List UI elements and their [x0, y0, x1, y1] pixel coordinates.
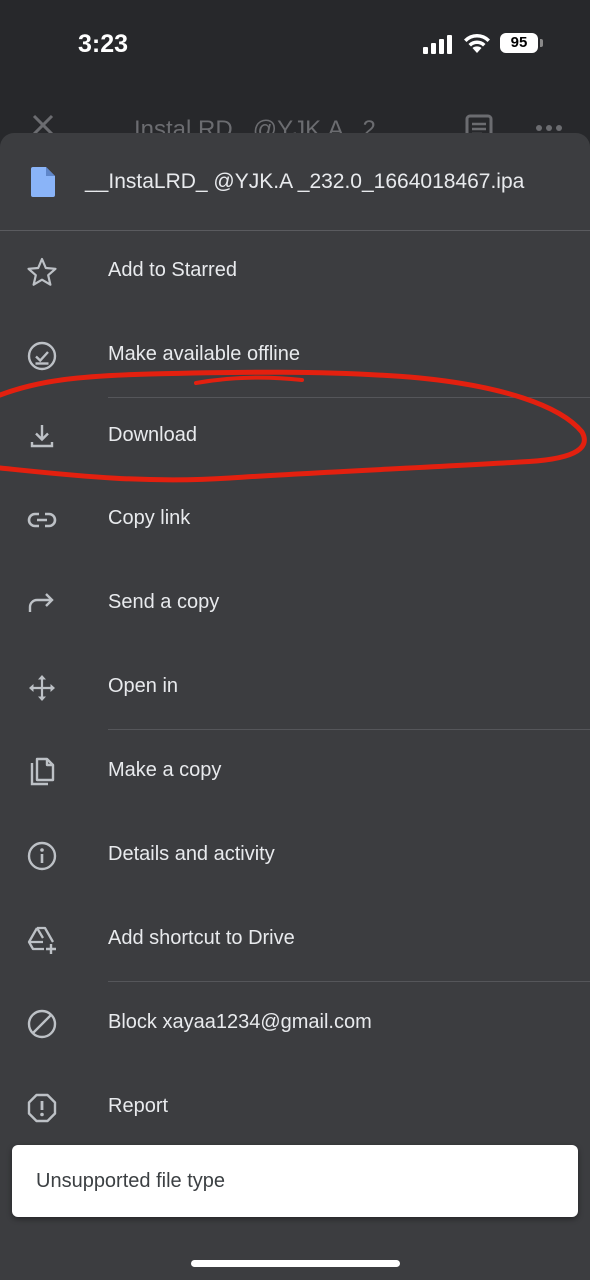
- menu-item-download[interactable]: Download: [0, 398, 590, 478]
- menu-item-label: Download: [108, 424, 197, 446]
- menu-item-details-and-activity[interactable]: Details and activity: [0, 814, 590, 898]
- menu-item-label: Block xayaa1234@gmail.com: [108, 1011, 372, 1033]
- battery-tip: [540, 39, 543, 47]
- open-in-icon: [29, 675, 55, 701]
- copy-icon: [30, 757, 55, 786]
- menu-item-block-user[interactable]: Block xayaa1234@gmail.com: [0, 982, 590, 1066]
- offline-check-icon: [27, 341, 57, 371]
- actions-bottom-sheet: __InstaLRD_ @YJK.A _232.0_1664018467.ipa…: [0, 133, 590, 1280]
- menu-item-copy-link[interactable]: Copy link: [0, 478, 590, 562]
- menu-item-label: Send a copy: [108, 591, 220, 613]
- screen: 3:23 95 Instal.RD_ @YJK.A _2 __InstaLRD_…: [0, 0, 590, 1280]
- menu-item-label: Add shortcut to Drive: [108, 927, 295, 949]
- menu-item-add-to-starred[interactable]: Add to Starred: [0, 230, 590, 314]
- home-indicator[interactable]: [191, 1260, 400, 1267]
- status-time: 3:23: [78, 30, 129, 58]
- sheet-header: __InstaLRD_ @YJK.A _232.0_1664018467.ipa: [0, 133, 590, 231]
- snackbar: Unsupported file type: [12, 1145, 578, 1217]
- cellular-signal-icon: [423, 34, 453, 54]
- menu-item-label: Make a copy: [108, 759, 222, 781]
- drive-shortcut-icon: [27, 926, 56, 954]
- wifi-icon: [464, 33, 490, 53]
- menu-item-label: Details and activity: [108, 843, 275, 865]
- menu-item-label: Make available offline: [108, 343, 300, 365]
- file-name: __InstaLRD_ @YJK.A _232.0_1664018467.ipa: [85, 170, 525, 193]
- more-options-icon: [536, 125, 562, 131]
- info-icon: [27, 841, 57, 871]
- menu-item-send-a-copy[interactable]: Send a copy: [0, 562, 590, 646]
- status-bar: 3:23 95: [0, 0, 590, 90]
- menu-item-make-a-copy[interactable]: Make a copy: [0, 730, 590, 814]
- file-icon: [31, 167, 55, 197]
- report-icon: [27, 1093, 57, 1123]
- download-icon: [30, 425, 54, 448]
- menu-item-label: Copy link: [108, 507, 191, 529]
- action-menu: Add to Starred Make available offline Do…: [0, 230, 590, 1150]
- battery-level: 95: [500, 33, 538, 53]
- share-arrow-icon: [28, 593, 54, 612]
- snackbar-message: Unsupported file type: [36, 1170, 226, 1192]
- menu-item-make-available-offline[interactable]: Make available offline: [0, 314, 590, 398]
- menu-item-open-in[interactable]: Open in: [0, 646, 590, 730]
- menu-item-label: Add to Starred: [108, 259, 237, 281]
- menu-item-label: Report: [108, 1095, 169, 1117]
- link-icon: [27, 512, 57, 528]
- menu-item-add-shortcut-to-drive[interactable]: Add shortcut to Drive: [0, 898, 590, 982]
- star-outline-icon: [27, 257, 57, 286]
- menu-item-report[interactable]: Report: [0, 1066, 590, 1150]
- menu-item-label: Open in: [108, 675, 179, 697]
- block-icon: [27, 1009, 57, 1039]
